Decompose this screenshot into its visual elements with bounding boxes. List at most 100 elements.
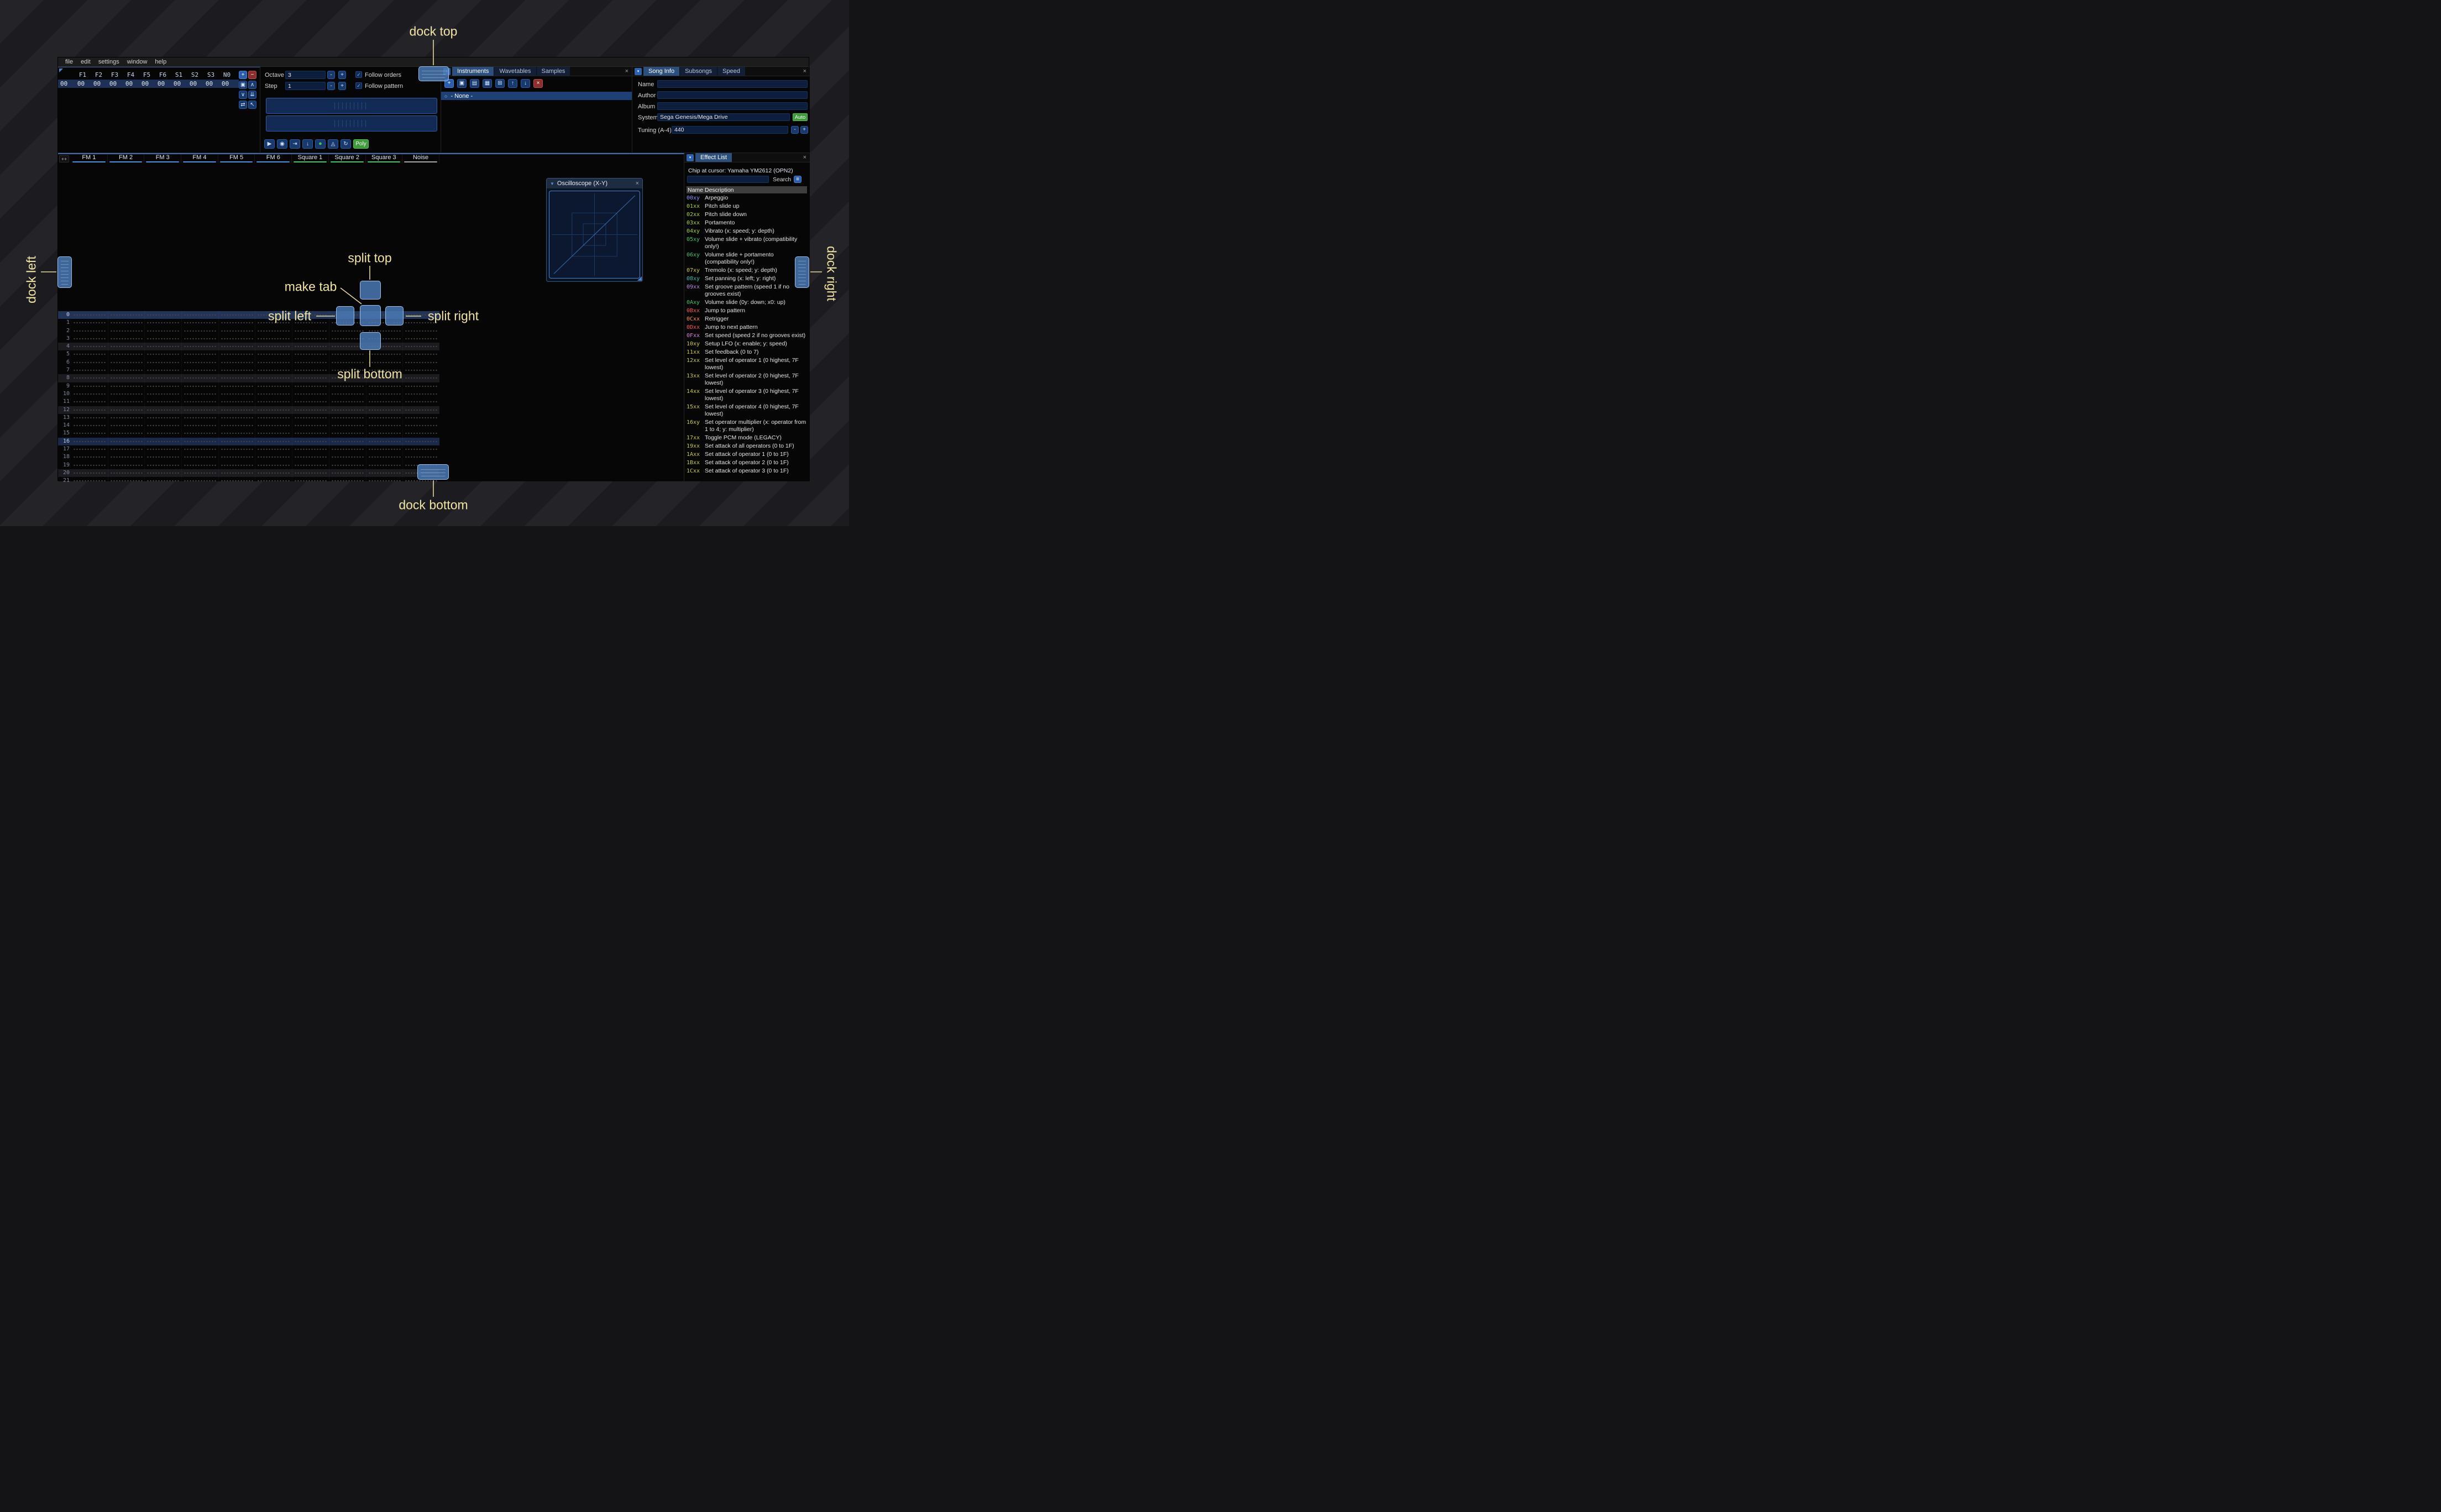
pattern-cell[interactable] (108, 366, 145, 375)
album-input[interactable] (657, 102, 808, 110)
menu-item-window[interactable]: window (123, 59, 151, 65)
pattern-cell[interactable] (145, 429, 182, 438)
pattern-cell[interactable] (403, 445, 439, 454)
order-cell[interactable]: 00 (105, 80, 121, 87)
pattern-cell[interactable] (108, 406, 145, 414)
play-pattern-button[interactable]: ◉ (277, 139, 287, 149)
tab-samples[interactable]: Samples (536, 67, 570, 76)
pattern-cell[interactable] (219, 406, 256, 414)
delete-instrument-button[interactable]: × (533, 79, 543, 88)
pattern-cell[interactable] (145, 350, 182, 359)
menu-item-help[interactable]: help (151, 59, 170, 65)
system-input[interactable]: Sega Genesis/Mega Drive (657, 113, 790, 121)
pattern-cell[interactable] (145, 406, 182, 414)
pattern-cell[interactable] (292, 461, 329, 469)
duplicate-order-end-button[interactable]: ⇊ (248, 91, 256, 99)
effect-row[interactable]: 01xx Pitch slide up (687, 202, 808, 211)
dock-right-target[interactable] (795, 256, 809, 288)
pattern-cell[interactable] (219, 445, 256, 454)
pattern-cell[interactable] (366, 422, 404, 430)
pattern-channel-header[interactable]: Square 2 (329, 154, 366, 163)
pattern-cell[interactable] (219, 311, 256, 319)
pattern-cell[interactable] (292, 398, 329, 406)
dock-bottom-target[interactable] (417, 464, 449, 480)
effect-row[interactable]: 08xy Set panning (x: left; y: right) (687, 275, 808, 283)
pattern-cell[interactable] (71, 358, 108, 367)
orders-current-row[interactable]: 00 00 00 00 00 00 00 00 00 00 00 (58, 80, 239, 88)
pattern-cell[interactable] (255, 429, 292, 438)
pattern-cell[interactable] (71, 429, 108, 438)
repeat-pattern-button[interactable]: ↻ (341, 139, 351, 149)
pattern-cell[interactable] (255, 445, 292, 454)
pattern-cell[interactable] (329, 461, 366, 469)
effect-list-menu-button[interactable]: ≡ (794, 176, 802, 183)
pattern-cell[interactable] (366, 413, 404, 422)
pattern-cell[interactable] (182, 422, 219, 430)
pattern-cell[interactable] (145, 343, 182, 351)
pattern-cell[interactable] (145, 398, 182, 406)
pattern-channel-header[interactable]: FM 5 (218, 154, 255, 163)
pattern-cell[interactable] (292, 413, 329, 422)
pattern-cell[interactable] (182, 327, 219, 335)
pattern-cell[interactable] (108, 413, 145, 422)
pattern-cell[interactable] (219, 366, 256, 375)
pattern-cell[interactable] (219, 437, 256, 446)
pattern-cell[interactable] (366, 398, 404, 406)
tuning-input[interactable]: 440 (672, 126, 788, 134)
open-instrument-button[interactable]: ▤ (470, 79, 479, 88)
effect-row[interactable]: 02xx Pitch slide down (687, 211, 808, 219)
pattern-cell[interactable] (182, 382, 219, 390)
effect-row[interactable]: 0Axy Volume slide (0y: down; x0: up) (687, 298, 808, 307)
pattern-cell[interactable] (71, 334, 108, 343)
pattern-cell[interactable] (108, 350, 145, 359)
pattern-cell[interactable] (108, 469, 145, 477)
order-cell[interactable]: 00 (201, 80, 217, 87)
window-menu-button[interactable]: ▾ (687, 154, 694, 161)
octave-decrease-button[interactable]: - (327, 71, 335, 79)
pattern-cell[interactable] (145, 390, 182, 398)
pattern-cell[interactable] (71, 366, 108, 375)
effect-row[interactable]: 1Bxx Set attack of operator 2 (0 to 1F) (687, 459, 808, 467)
oscilloscope-titlebar[interactable]: ▼ Oscilloscope (X-Y) × (547, 179, 642, 188)
pattern-cell[interactable] (366, 429, 404, 438)
pattern-cell[interactable] (366, 350, 404, 359)
pattern-cell[interactable] (145, 422, 182, 430)
pattern-cell[interactable] (108, 343, 145, 351)
pattern-cell[interactable] (219, 319, 256, 327)
pattern-cell[interactable] (182, 390, 219, 398)
pattern-cell[interactable] (255, 350, 292, 359)
pattern-cell[interactable] (292, 437, 329, 446)
effect-row[interactable]: 12xx Set level of operator 1 (0 highest, … (687, 356, 808, 372)
pattern-channel-header[interactable]: FM 3 (144, 154, 182, 163)
pattern-channel-header[interactable]: FM 4 (181, 154, 218, 163)
pattern-cell[interactable] (255, 406, 292, 414)
instrument-list-item[interactable]: ○ - None - (441, 92, 632, 100)
pattern-cell[interactable] (145, 327, 182, 335)
metronome-button[interactable]: ◬ (328, 139, 338, 149)
step-input[interactable]: 1 (285, 82, 326, 90)
step-decrease-button[interactable]: - (327, 82, 335, 90)
split-left-target[interactable] (336, 306, 354, 326)
close-icon[interactable]: × (636, 180, 639, 187)
pattern-cell[interactable] (329, 382, 366, 390)
pattern-cell[interactable] (108, 319, 145, 327)
pattern-cell[interactable] (329, 453, 366, 461)
effect-row[interactable]: 07xy Tremolo (x: speed; y: depth) (687, 266, 808, 275)
pattern-channel-header[interactable]: FM 2 (108, 154, 145, 163)
pattern-cell[interactable] (292, 382, 329, 390)
poly-button[interactable]: Poly (353, 139, 369, 149)
order-cell[interactable]: 00 (185, 80, 201, 87)
pattern-cell[interactable] (71, 374, 108, 382)
pattern-cell[interactable] (255, 327, 292, 335)
tuning-increase-button[interactable]: + (800, 126, 808, 134)
close-icon[interactable]: × (803, 68, 806, 75)
pattern-cell[interactable] (71, 350, 108, 359)
tab-subsongs[interactable]: Subsongs (680, 67, 717, 76)
pattern-cell[interactable] (292, 350, 329, 359)
tuning-decrease-button[interactable]: - (791, 126, 799, 134)
step-increase-button[interactable]: + (338, 82, 346, 90)
duplicate-order-button[interactable]: ▣ (239, 81, 247, 89)
pattern-cell[interactable] (219, 429, 256, 438)
pattern-cell[interactable] (108, 374, 145, 382)
pattern-cell[interactable] (71, 453, 108, 461)
